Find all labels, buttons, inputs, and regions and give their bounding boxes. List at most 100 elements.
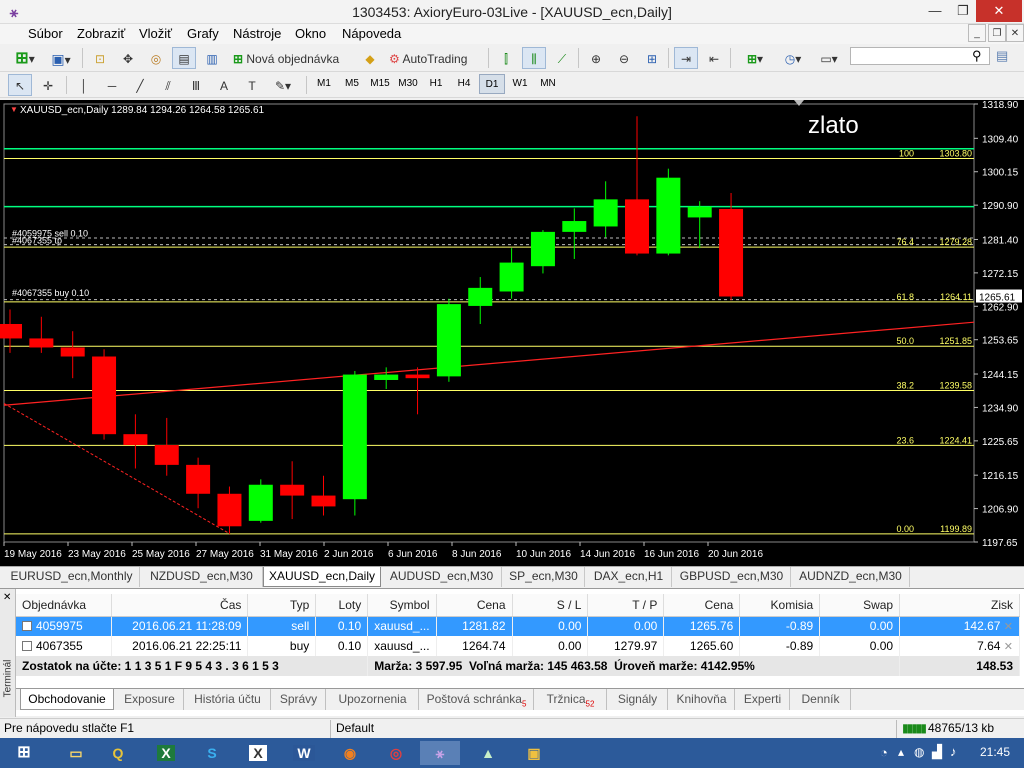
tray-volume-icon[interactable]: ♪ [950, 744, 957, 759]
browser-q-icon[interactable]: Q [98, 741, 138, 765]
child-close-button[interactable]: ✕ [1006, 24, 1024, 42]
excel-icon[interactable]: X [146, 741, 186, 765]
tab-audusd-m30[interactable]: AUDUSD_ecn,M30 [382, 567, 502, 587]
close-order-icon[interactable]: ✕ [1004, 621, 1013, 633]
zoom-in-icon[interactable]: ⊕ [584, 47, 608, 69]
metaeditor-icon[interactable]: ◆ [358, 47, 382, 69]
timeframe-w1[interactable]: W1 [507, 74, 533, 94]
tab-signals[interactable]: Signály [608, 689, 668, 710]
tray-app-icon[interactable]: ◍ [914, 745, 924, 759]
text-icon[interactable]: A [212, 74, 236, 96]
close-button[interactable]: ✕ [976, 0, 1022, 22]
vertical-line-icon[interactable]: │ [72, 74, 96, 96]
tab-gbpusd-m30[interactable]: GBPUSD_ecn,M30 [673, 567, 791, 587]
column-header[interactable]: T / P [587, 594, 665, 617]
tray-expand-icon[interactable]: ▴ [898, 745, 904, 759]
column-header[interactable]: S / L [512, 594, 589, 617]
strategy-tester-icon[interactable]: ▥ [200, 47, 224, 69]
terminal-toggle-icon[interactable]: ▤ [172, 47, 196, 69]
skype-icon[interactable]: S [192, 741, 232, 765]
bar-chart-icon[interactable]: ⫿ [494, 47, 518, 69]
horizontal-line-icon[interactable]: ─ [100, 74, 124, 96]
community-icon[interactable]: ▤ [996, 48, 1008, 64]
tab-experts[interactable]: Experti [736, 689, 790, 710]
search-input[interactable] [850, 47, 990, 65]
metatrader-taskbar-icon[interactable]: ⚹ [420, 741, 460, 765]
data-window-icon[interactable]: ◎ [144, 47, 168, 69]
periods-icon[interactable]: ◷▾ [776, 47, 810, 69]
autotrading-button[interactable]: ⚙ AutoTrading [386, 47, 482, 69]
tab-exposure[interactable]: Exposure [116, 689, 184, 710]
column-header[interactable]: Symbol [367, 594, 437, 617]
tab-library[interactable]: Knihovňa [669, 689, 735, 710]
timeframe-h4[interactable]: H4 [451, 74, 477, 94]
app-x-icon[interactable]: X [238, 741, 278, 765]
zoom-out-icon[interactable]: ⊖ [612, 47, 636, 69]
table-row[interactable]: 4067355 2016.06.21 22:25:11 buy 0.10 xau… [16, 636, 1020, 656]
profiles-icon[interactable]: ▣▾ [44, 47, 78, 69]
chrome-icon[interactable]: ◎ [376, 741, 416, 765]
column-header[interactable]: Zisk [899, 594, 1020, 617]
timeframe-mn[interactable]: MN [535, 74, 561, 94]
navigator-icon[interactable]: ✥ [116, 47, 140, 69]
tab-account-history[interactable]: História účtu [185, 689, 271, 710]
text-label-icon[interactable]: T [240, 74, 264, 96]
chart-canvas[interactable]: 1318.90 1309.40 1300.15 1290.90 1281.40 1272.… [0, 100, 1024, 566]
column-header[interactable]: Loty [315, 594, 369, 617]
indicators-icon[interactable]: ⊞▾ [738, 47, 772, 69]
fibonacci-icon[interactable]: Ⅲ [184, 74, 208, 96]
auto-scroll-icon[interactable]: ⇥ [674, 47, 698, 69]
tab-sp-m30[interactable]: SP_ecn,M30 [503, 567, 585, 587]
menu-window[interactable]: Okno [295, 26, 326, 41]
firefox-icon[interactable]: ◉ [330, 741, 370, 765]
terminal-close-icon[interactable]: ✕ [3, 592, 11, 603]
tab-eurusd-monthly[interactable]: EURUSD_ecn,Monthly [4, 567, 140, 587]
media-app-icon[interactable]: ▣ [514, 741, 554, 765]
tab-xauusd-daily[interactable]: XAUUSD_ecn,Daily [263, 567, 381, 587]
column-header[interactable]: Čas [111, 594, 249, 617]
table-row[interactable]: 4059975 2016.06.21 11:28:09 sell 0.10 xa… [16, 616, 1020, 636]
timeframe-m30[interactable]: M30 [395, 74, 421, 94]
timeframe-m5[interactable]: M5 [339, 74, 365, 94]
tab-dax-h1[interactable]: DAX_ecn,H1 [586, 567, 672, 587]
column-header[interactable]: Komisia [739, 594, 821, 617]
cursor-icon[interactable]: ↖ [8, 74, 32, 96]
word-icon[interactable]: W [284, 741, 324, 765]
tab-mailbox[interactable]: Poštová schránka5 [420, 689, 534, 710]
trendline-icon[interactable]: ╱ [128, 74, 152, 96]
equidistant-channel-icon[interactable]: ⫽ [156, 74, 180, 96]
line-chart-icon[interactable]: ⟋ [550, 47, 574, 69]
candlestick-icon[interactable]: ⫼ [522, 47, 546, 69]
tab-news[interactable]: Správy [272, 689, 326, 710]
menu-charts[interactable]: Grafy [187, 26, 219, 41]
tray-network-icon[interactable]: ◔ [880, 745, 888, 760]
timeframe-m15[interactable]: M15 [367, 74, 393, 94]
trading-app-icon[interactable]: ▲ [468, 741, 508, 765]
tab-journal[interactable]: Denník [791, 689, 851, 710]
timeframe-m1[interactable]: M1 [311, 74, 337, 94]
child-minimize-button[interactable]: _ [968, 24, 986, 42]
tab-alerts[interactable]: Upozornenia [327, 689, 419, 710]
tab-audnzd-m30[interactable]: AUDNZD_ecn,M30 [792, 567, 910, 587]
arrows-icon[interactable]: ✎▾ [268, 74, 298, 96]
templates-icon[interactable]: ▭▾ [812, 47, 846, 69]
tile-windows-icon[interactable]: ⊞ [640, 47, 664, 69]
restore-button[interactable]: ❐ [948, 0, 978, 22]
child-restore-button[interactable]: ❐ [988, 24, 1006, 42]
chart-shift-icon[interactable]: ⇤ [702, 47, 726, 69]
menu-help[interactable]: Nápoveda [342, 26, 401, 41]
menu-insert[interactable]: Vložiť [139, 26, 172, 41]
timeframe-d1[interactable]: D1 [479, 74, 505, 94]
tab-market[interactable]: Tržnica52 [535, 689, 607, 710]
menu-view[interactable]: Zobraziť [77, 26, 125, 41]
column-header[interactable]: Cena [436, 594, 513, 617]
menu-file[interactable]: Súbor [28, 26, 63, 41]
start-button[interactable]: ⊞ [4, 741, 44, 765]
search-icon[interactable]: ⚲ [972, 48, 982, 64]
timeframe-h1[interactable]: H1 [423, 74, 449, 94]
explorer-icon[interactable]: ▭ [56, 741, 96, 765]
minimize-button[interactable]: — [920, 0, 950, 22]
column-header[interactable]: Objednávka [16, 594, 113, 617]
tab-nzdusd-m30[interactable]: NZDUSD_ecn,M30 [141, 567, 263, 587]
column-header[interactable]: Typ [247, 594, 317, 617]
